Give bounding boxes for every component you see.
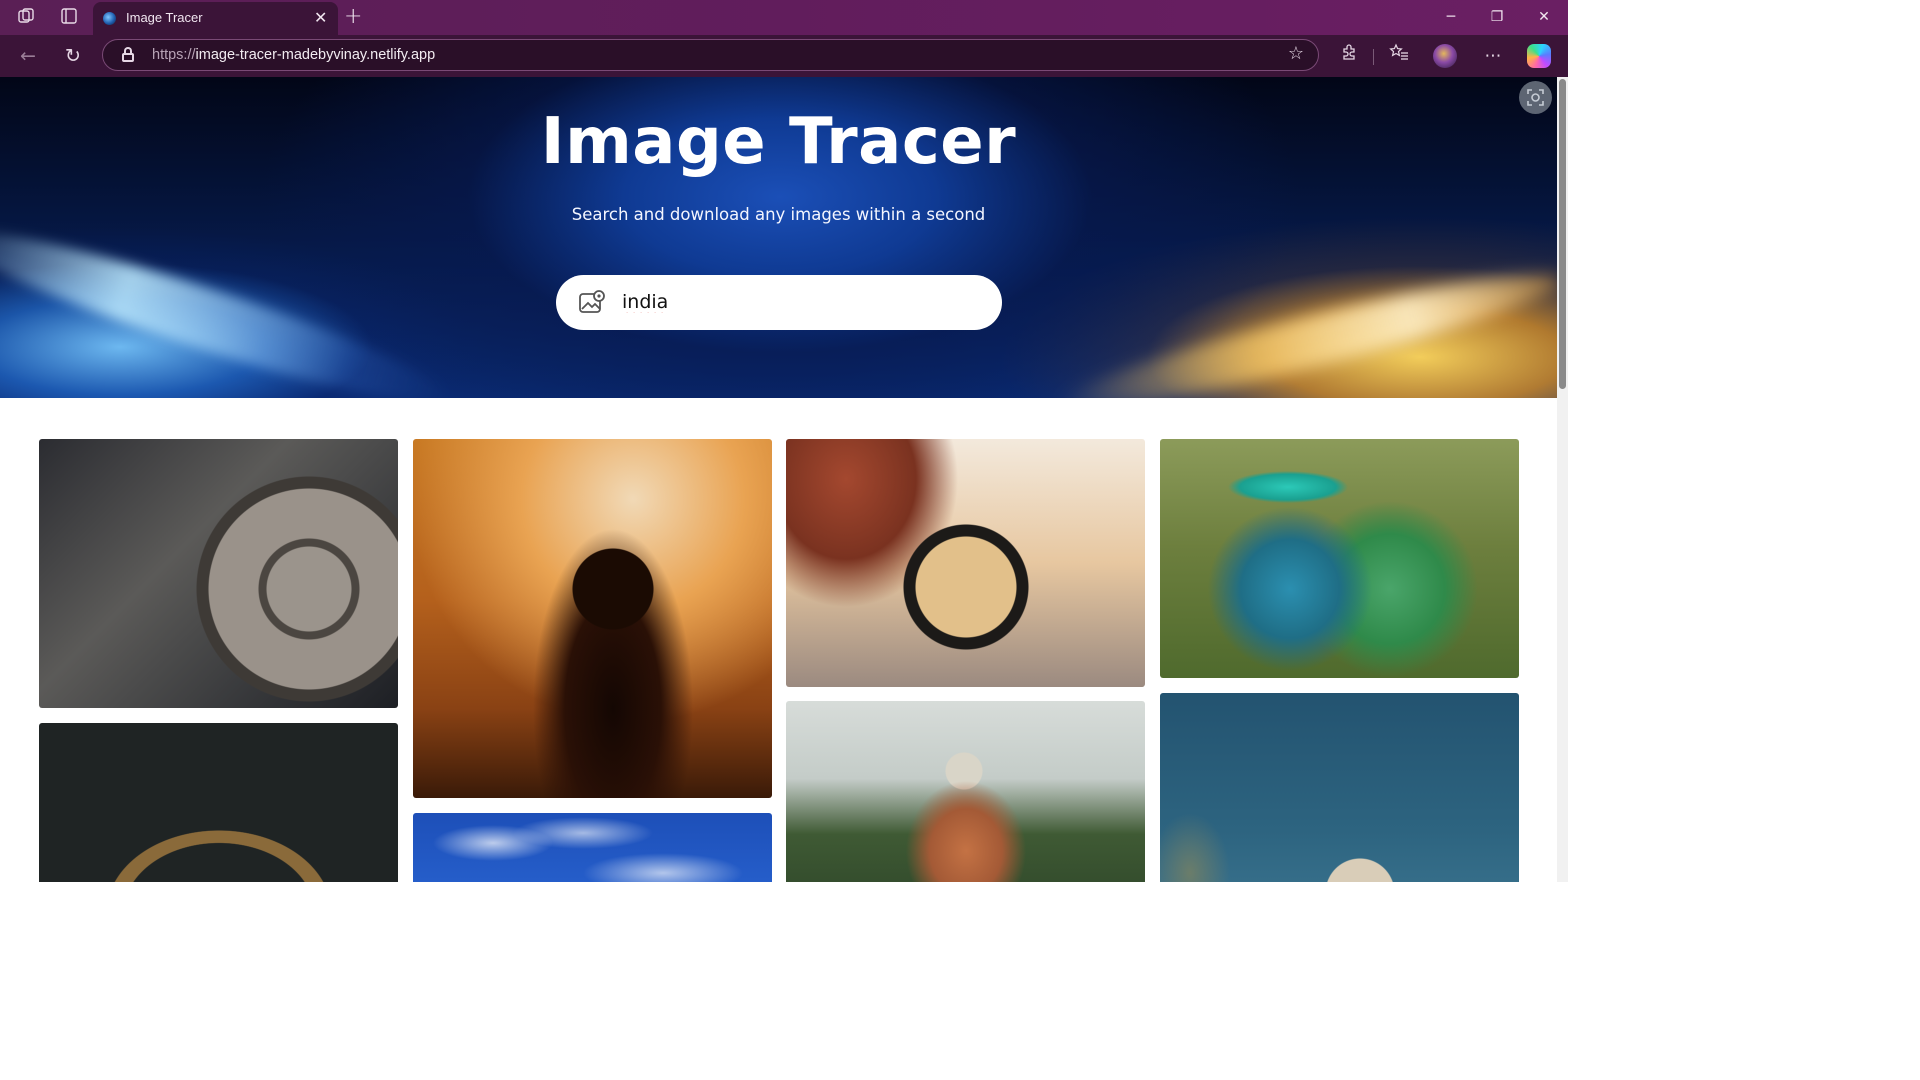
tab-image-tracer[interactable]: Image Tracer ✕	[93, 2, 338, 35]
page-viewport: Image Tracer Search and download any ima…	[0, 77, 1568, 882]
browser-titlebar: Image Tracer ✕ + ─ ❐ ✕	[0, 0, 1568, 35]
visual-search-icon[interactable]	[1519, 81, 1552, 114]
page-title: Image Tracer	[540, 105, 1017, 179]
hero-banner: Image Tracer Search and download any ima…	[0, 77, 1557, 398]
gallery-image-gateway-of-india[interactable]	[786, 439, 1145, 687]
hero-light-streak	[0, 208, 457, 398]
more-options-icon[interactable]: ⋯	[1479, 43, 1507, 69]
back-icon[interactable]: ←	[14, 43, 42, 69]
close-window-icon[interactable]: ✕	[1529, 6, 1559, 28]
image-icon	[578, 288, 606, 316]
profile-avatar[interactable]	[1433, 44, 1457, 68]
search-box[interactable]	[556, 275, 1002, 330]
favicon-icon	[103, 12, 116, 25]
search-input[interactable]	[622, 285, 982, 319]
scrollbar-thumb[interactable]	[1559, 79, 1566, 389]
refresh-icon[interactable]: ↻	[59, 43, 87, 69]
hero-light-streak	[1051, 254, 1557, 398]
address-bar[interactable]: https://image-tracer-madebyvinay.netlify…	[102, 39, 1319, 71]
tab-title: Image Tracer	[126, 10, 203, 25]
restore-icon[interactable]: ❐	[1482, 6, 1512, 28]
url-text[interactable]: https://image-tracer-madebyvinay.netlify…	[152, 47, 435, 63]
close-tab-icon[interactable]: ✕	[314, 8, 327, 27]
browser-toolbar: ← ↻ https://image-tracer-madebyvinay.net…	[0, 35, 1568, 77]
minimize-icon[interactable]: ─	[1436, 6, 1466, 28]
gallery-image-women-carrying-baskets[interactable]	[1160, 439, 1519, 678]
gallery-image-stone-arch[interactable]	[39, 723, 398, 882]
gallery-image-safdarjung-tomb[interactable]	[786, 701, 1145, 882]
page-scrollbar[interactable]	[1557, 77, 1568, 882]
new-tab-icon[interactable]: +	[344, 4, 362, 29]
lock-icon[interactable]	[121, 47, 135, 62]
tab-actions-icon[interactable]	[58, 7, 80, 29]
workspaces-icon[interactable]	[15, 7, 37, 29]
favorite-star-icon[interactable]: ☆	[1288, 43, 1304, 64]
favorites-icon[interactable]	[1385, 43, 1413, 69]
toolbar-divider	[1373, 49, 1374, 65]
gallery-image-konark-wheel[interactable]	[39, 439, 398, 708]
gallery-image-aarti-ceremony[interactable]	[413, 439, 772, 798]
gallery-image-domed-monument[interactable]	[1160, 693, 1519, 882]
gallery-image-blue-sky[interactable]	[413, 813, 772, 882]
extensions-icon[interactable]	[1335, 43, 1363, 69]
page-subtitle: Search and download any images within a …	[571, 205, 986, 224]
copilot-icon[interactable]	[1527, 44, 1551, 68]
